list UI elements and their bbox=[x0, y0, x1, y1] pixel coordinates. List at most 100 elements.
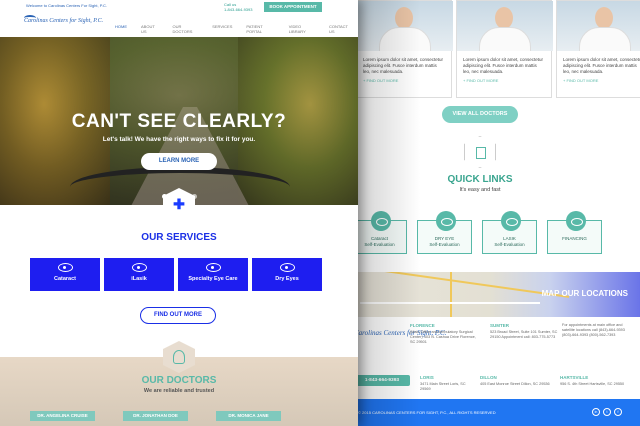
footer-bottom-bar: © 2015 CAROLINAS CENTERS FOR SIGHT, P.C.… bbox=[340, 399, 640, 426]
service-cataract[interactable]: Cataract bbox=[30, 258, 100, 291]
appointments-text: For appointments at main office and sate… bbox=[562, 323, 625, 337]
nav-about-us[interactable]: ABOUT US bbox=[134, 24, 166, 34]
doctor-cards: Lorem ipsum dolor sit amet, consectetur … bbox=[356, 0, 640, 98]
drop-icon bbox=[436, 211, 456, 231]
eye-icon bbox=[57, 263, 73, 272]
footer-info: Carolinas Centers for Sight, P.C. FLOREN… bbox=[340, 317, 640, 399]
quick-links-subtitle: It's easy and fast bbox=[459, 187, 501, 193]
book-appointment-button[interactable]: BOOK APPOINTMENT bbox=[264, 2, 322, 12]
find-out-more-link[interactable]: + FIND OUT MORE bbox=[357, 75, 451, 83]
service-ilasik[interactable]: iLasik bbox=[104, 258, 174, 291]
service-label: Specialty Eye Care bbox=[188, 276, 238, 282]
services-title: OUR SERVICES bbox=[141, 232, 217, 243]
location-name: HARTSVILLE bbox=[560, 375, 589, 380]
right-page-mockup: Lorem ipsum dolor sit amet, consectetur … bbox=[340, 0, 640, 426]
hero-title: CAN'T SEE CLEARLY? bbox=[71, 111, 287, 132]
welcome-text: Welcome to Carolinas Centers For Sight, … bbox=[26, 3, 107, 8]
linkedin-icon[interactable]: in bbox=[592, 408, 600, 416]
location-name: FLORENCE bbox=[410, 323, 435, 328]
service-label: Dry Eyes bbox=[275, 276, 299, 282]
quick-links-hex bbox=[464, 136, 496, 168]
nav-home[interactable]: HOME bbox=[108, 24, 134, 34]
location-address: 956 S. 4th Street Hartsville, SC 29550 bbox=[560, 382, 625, 386]
quick-links-title: QUICK LINKS bbox=[447, 174, 513, 185]
doctor-photo bbox=[457, 1, 553, 51]
copyright-text: © 2015 CAROLINAS CENTERS FOR SIGHT, P.C.… bbox=[358, 410, 496, 415]
doctor-card-text: Lorem ipsum dolor sit amet, consectetur … bbox=[463, 57, 544, 74]
find-out-more-link[interactable]: + FIND OUT MORE bbox=[557, 75, 640, 83]
facebook-icon[interactable]: f bbox=[614, 408, 622, 416]
call-us[interactable]: Call us 1-843-664-9393 bbox=[224, 2, 252, 12]
location-name: DILLON bbox=[480, 375, 497, 380]
calculator-icon bbox=[566, 211, 586, 231]
footer-location: LORIS 3471 Main Street Loris, SC 29569 bbox=[420, 375, 476, 392]
eye-icon bbox=[279, 263, 295, 272]
doctor-photo bbox=[357, 1, 453, 51]
location-address: 3471 Main Street Loris, SC 29569 bbox=[420, 382, 466, 391]
view-all-doctors-button[interactable]: VIEW ALL DOCTORS bbox=[442, 106, 518, 123]
doctor-icon bbox=[173, 350, 185, 364]
quick-link-cataract[interactable]: Cataract Self-Evaluation bbox=[352, 211, 407, 254]
left-page-mockup: Welcome to Carolinas Centers For Sight, … bbox=[0, 0, 358, 426]
location-address: 405 East Monroe Street Dillon, SC 29536 bbox=[480, 382, 550, 386]
phone-number[interactable]: 1-843-664-9393 bbox=[224, 7, 252, 12]
eye-icon bbox=[131, 263, 147, 272]
nav-patient-portal[interactable]: PATIENT PORTAL bbox=[239, 24, 281, 34]
footer-appointments: For appointments at main office and sate… bbox=[562, 323, 636, 338]
clipboard-icon bbox=[476, 147, 486, 159]
doctor-card-text: Lorem ipsum dolor sit amet, consectetur … bbox=[563, 57, 640, 74]
quick-link-dry-eye[interactable]: DRY EYE Self-Evaluation bbox=[417, 211, 472, 254]
location-name: SUMTER bbox=[490, 323, 509, 328]
plus-icon: ✚ bbox=[173, 196, 185, 212]
nav-video-library[interactable]: VIDEO LIBRARY bbox=[282, 24, 322, 34]
services-row: Cataract iLasik Specialty Eye Care Dry E… bbox=[30, 258, 322, 291]
doctor-name-tags: DR. ANGELINA CRUISE DR. JONATHAN DOE DR.… bbox=[30, 411, 281, 421]
learn-more-button[interactable]: LEARN MORE bbox=[141, 153, 217, 170]
find-out-more-button[interactable]: FIND OUT MORE bbox=[140, 307, 216, 324]
doctor-photo bbox=[557, 1, 640, 51]
service-label: Cataract bbox=[53, 276, 76, 282]
service-label: iLasik bbox=[131, 276, 147, 282]
footer-location: DILLON 405 East Monroe Street Dillon, SC… bbox=[480, 375, 550, 387]
doctor-card[interactable]: Lorem ipsum dolor sit amet, consectetur … bbox=[356, 0, 453, 98]
doctor-name-tag[interactable]: DR. MONICA JANE bbox=[216, 411, 281, 421]
doctor-card-text: Lorem ipsum dolor sit amet, consectetur … bbox=[363, 57, 444, 74]
hero-banner: CAN'T SEE CLEARLY? Let's talk! We have t… bbox=[0, 37, 358, 205]
search-eye-icon bbox=[501, 211, 521, 231]
top-bar: Welcome to Carolinas Centers For Sight, … bbox=[0, 0, 358, 12]
doctor-card[interactable]: Lorem ipsum dolor sit amet, consectetur … bbox=[456, 0, 553, 98]
nav-our-doctors[interactable]: OUR DOCTORS bbox=[166, 24, 206, 34]
find-out-more-link[interactable]: + FIND OUT MORE bbox=[457, 75, 551, 83]
footer-location: HARTSVILLE 956 S. 4th Street Hartsville,… bbox=[560, 375, 636, 387]
quick-link-lasik[interactable]: LASIK Self-Evaluation bbox=[482, 211, 537, 254]
map-our-locations-label[interactable]: MAP OUR LOCATIONS bbox=[542, 289, 628, 298]
eye-icon bbox=[371, 211, 391, 231]
nav-contact-us[interactable]: CONTACT US bbox=[322, 24, 358, 34]
doctor-name-tag[interactable]: DR. ANGELINA CRUISE bbox=[30, 411, 95, 421]
quick-link-line2: Self-Evaluation bbox=[494, 241, 525, 247]
location-name: LORIS bbox=[420, 375, 434, 380]
social-links: in t f bbox=[592, 408, 622, 416]
locations-map[interactable]: MAP OUR LOCATIONS bbox=[340, 272, 640, 317]
twitter-icon[interactable]: t bbox=[603, 408, 611, 416]
doctor-name-tag[interactable]: DR. JONATHAN DOE bbox=[123, 411, 188, 421]
doctor-card[interactable]: Lorem ipsum dolor sit amet, consectetur … bbox=[556, 0, 640, 98]
footer-location: FLORENCE (Main Office and Ambulatory Sur… bbox=[410, 323, 480, 345]
quick-link-line2: Self-Evaluation bbox=[364, 241, 395, 247]
doctors-title: OUR DOCTORS bbox=[141, 375, 217, 386]
quick-link-financing[interactable]: FINANCING bbox=[547, 211, 602, 254]
service-dry-eyes[interactable]: Dry Eyes bbox=[252, 258, 322, 291]
quick-links-row: Cataract Self-Evaluation DRY EYE Self-Ev… bbox=[352, 211, 602, 254]
footer-phone[interactable]: 1-843-664-9393 bbox=[354, 375, 410, 386]
site-logo[interactable]: Carolinas Centers for Sight, P.C. bbox=[24, 18, 103, 24]
nav-services[interactable]: SERVICES bbox=[205, 24, 239, 34]
service-specialty-eye-care[interactable]: Specialty Eye Care bbox=[178, 258, 248, 291]
doctors-subtitle: We are reliable and trusted bbox=[143, 388, 215, 394]
hero-subtitle: Let's talk! We have the right ways to fi… bbox=[102, 136, 256, 143]
location-address: 523 Broad Street, Suite 101 Sumter, SC 2… bbox=[490, 330, 558, 339]
quick-link-line2: Self-Evaluation bbox=[429, 241, 460, 247]
footer-location: SUMTER 523 Broad Street, Suite 101 Sumte… bbox=[490, 323, 558, 340]
location-address: (Main Office and Ambulatory Surgical Cen… bbox=[410, 330, 476, 344]
quick-link-line1: FINANCING bbox=[562, 236, 587, 241]
main-nav: HOME ABOUT US OUR DOCTORS SERVICES PATIE… bbox=[108, 24, 358, 34]
